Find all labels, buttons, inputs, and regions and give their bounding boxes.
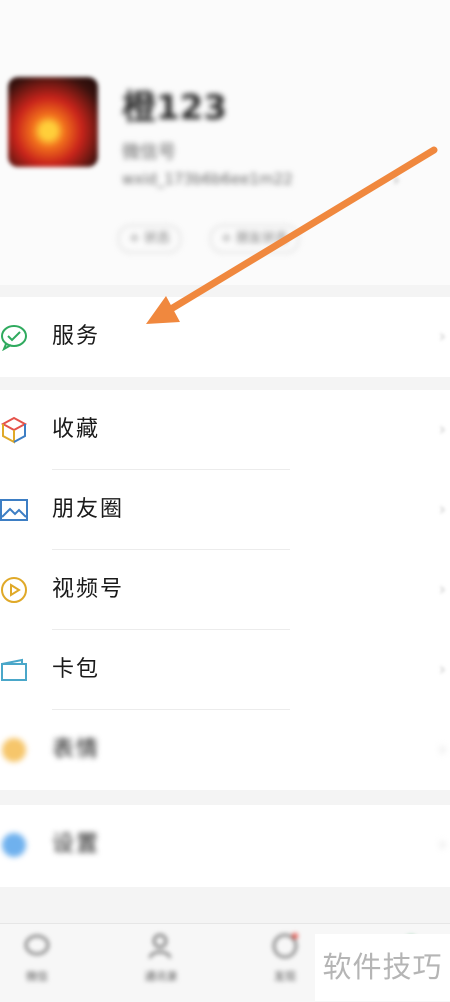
annotation-arrow bbox=[146, 146, 438, 324]
watermark-text: 软件技巧 bbox=[315, 934, 450, 1001]
